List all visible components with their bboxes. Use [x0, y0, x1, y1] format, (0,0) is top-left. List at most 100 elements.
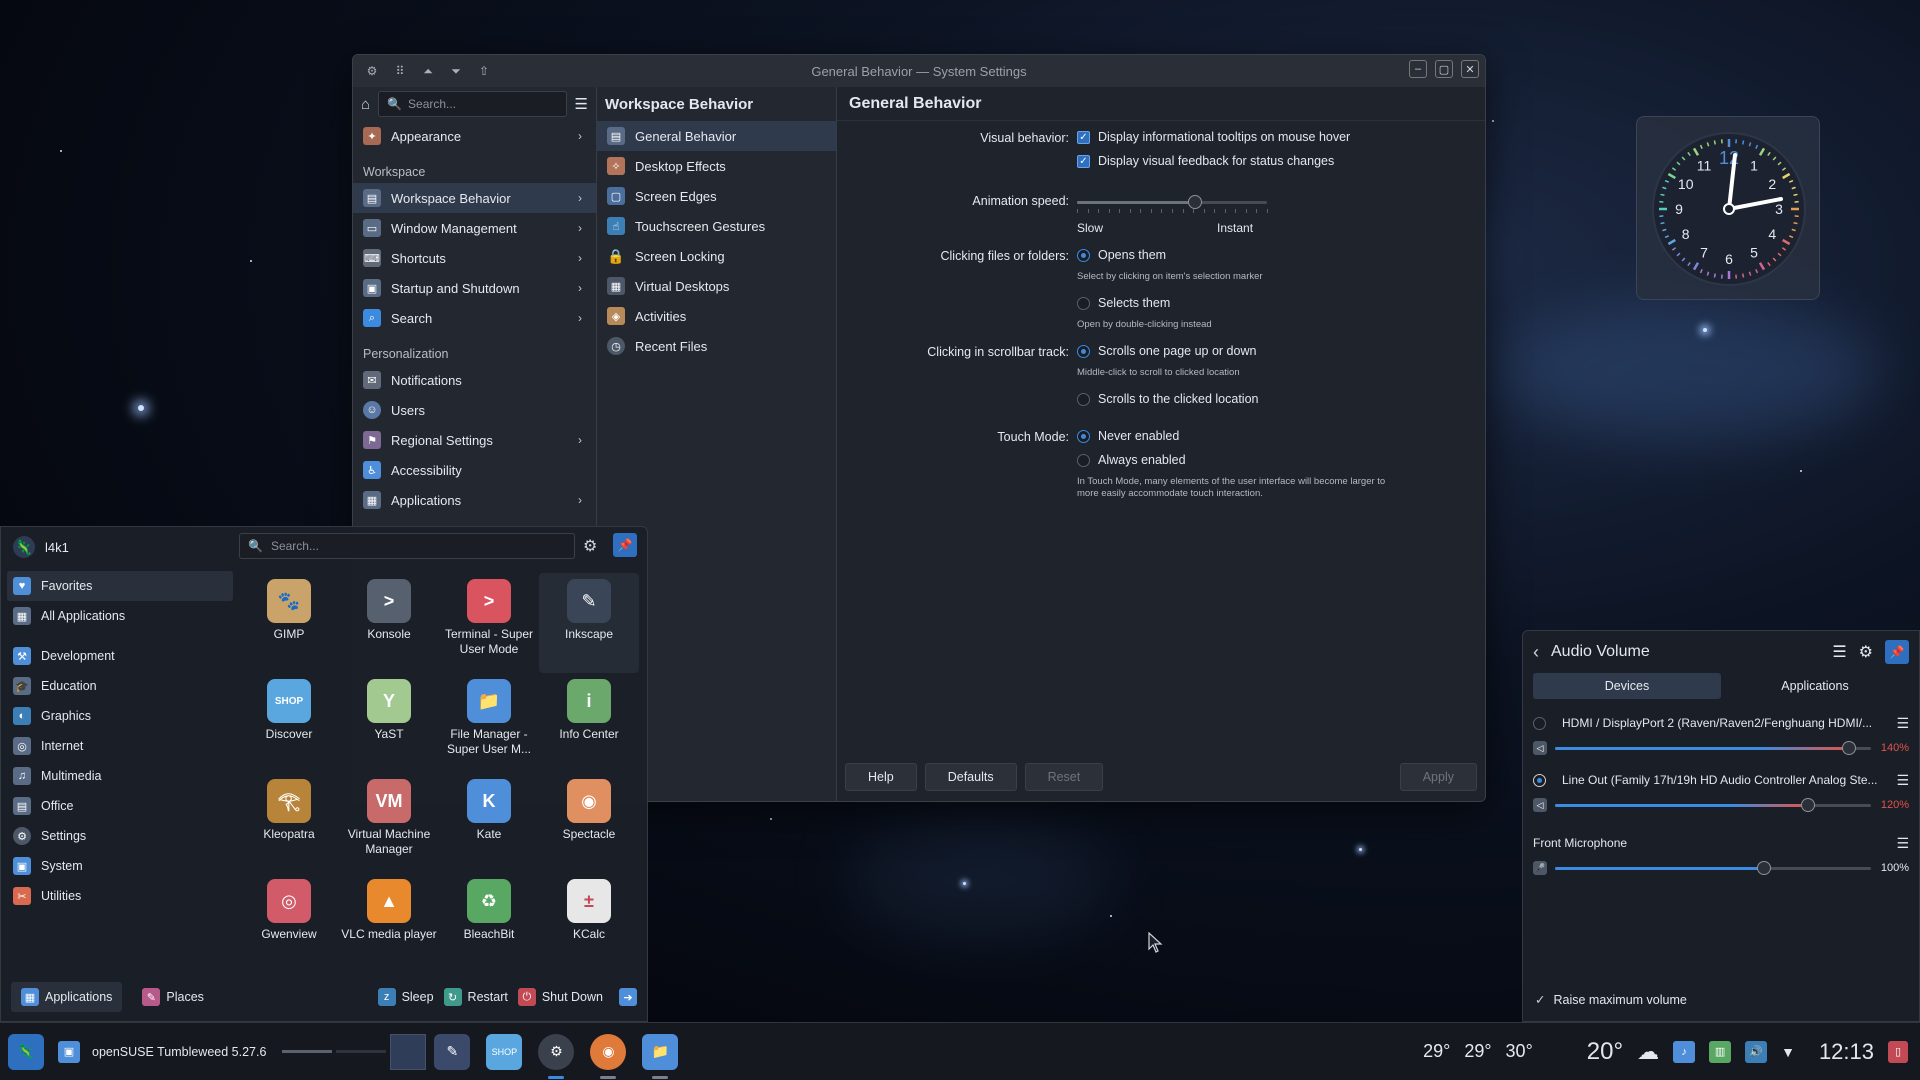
- home-icon[interactable]: ⌂: [361, 96, 370, 113]
- touch-never-radio[interactable]: Never enabled: [1077, 429, 1179, 443]
- app-tile[interactable]: ± KCalc: [539, 873, 639, 973]
- file-manager-task-icon[interactable]: 📁: [642, 1033, 679, 1079]
- subnav-virtual-desktops[interactable]: ▦ Virtual Desktops: [597, 271, 836, 301]
- show-desktop-icon[interactable]: ▯: [1888, 1040, 1908, 1063]
- volume-icon[interactable]: 🔊: [1745, 1040, 1768, 1063]
- raise-max-volume-checkbox[interactable]: ✓ Raise maximum volume: [1535, 992, 1687, 1008]
- category-settings[interactable]: ⚙ Settings: [7, 821, 233, 851]
- slider-handle[interactable]: [1187, 195, 1202, 209]
- leave-icon[interactable]: ➔: [619, 988, 637, 1006]
- app-tile[interactable]: K Kate: [439, 773, 539, 873]
- volume-handle[interactable]: [1841, 740, 1856, 755]
- volume-slider[interactable]: [1555, 797, 1871, 812]
- device-menu-icon[interactable]: ☰: [1896, 835, 1909, 852]
- shutdown-button[interactable]: ⏻ Shut Down: [517, 988, 603, 1006]
- configure-icon[interactable]: ⚙: [583, 536, 597, 556]
- app-tile[interactable]: ◎ Gwenview: [239, 873, 339, 973]
- app-tile[interactable]: > Konsole: [339, 573, 439, 673]
- tray-expand-icon[interactable]: ▼: [1781, 1044, 1795, 1060]
- settings-search-input[interactable]: 🔍 Search...: [378, 91, 567, 117]
- hamburger-menu-icon[interactable]: ☰: [1832, 642, 1846, 662]
- scroll-page-radio[interactable]: Scrolls one page up or down: [1077, 344, 1256, 358]
- configure-icon[interactable]: ⚙: [1859, 642, 1873, 662]
- subnav-touchscreen-gestures[interactable]: ☝ Touchscreen Gestures: [597, 211, 836, 241]
- speaker-icon[interactable]: ◁: [1533, 741, 1547, 755]
- launcher-button[interactable]: 🦎: [8, 1033, 44, 1070]
- category-all-applications[interactable]: ▦ All Applications: [7, 601, 233, 631]
- nav-search[interactable]: ⌕ Search ›: [353, 303, 596, 333]
- restart-button[interactable]: ↻ Restart: [443, 988, 508, 1006]
- discover-task-icon[interactable]: SHOP: [486, 1033, 523, 1070]
- clock-time[interactable]: 12:13: [1819, 1039, 1874, 1065]
- category-education[interactable]: 🎓 Education: [7, 671, 233, 701]
- tab-devices[interactable]: Devices: [1533, 673, 1721, 699]
- device-menu-icon[interactable]: ☰: [1896, 715, 1909, 732]
- app-tile[interactable]: 𓂀 Kleopatra: [239, 773, 339, 873]
- tooltips-checkbox[interactable]: ✓ Display informational tooltips on mous…: [1077, 130, 1350, 144]
- nav-shortcuts[interactable]: ⌨ Shortcuts ›: [353, 243, 596, 273]
- subnav-activities[interactable]: ◈ Activities: [597, 301, 836, 331]
- subnav-general-behavior[interactable]: ▤ General Behavior: [597, 121, 836, 151]
- nav-startup-shutdown[interactable]: ▣ Startup and Shutdown ›: [353, 273, 596, 303]
- close-button[interactable]: ✕: [1461, 60, 1479, 78]
- clipboard-icon[interactable]: ▥: [1709, 1040, 1732, 1063]
- nav-window-management[interactable]: ▭ Window Management ›: [353, 213, 596, 243]
- category-system[interactable]: ▣ System: [7, 851, 233, 881]
- default-device-radio[interactable]: [1533, 773, 1546, 787]
- volume-handle[interactable]: [1800, 797, 1815, 812]
- nav-appearance[interactable]: ✦ Appearance ›: [353, 121, 596, 151]
- app-tile[interactable]: SHOP Discover: [239, 673, 339, 773]
- help-button[interactable]: Help: [845, 763, 917, 791]
- app-tile[interactable]: ♻ BleachBit: [439, 873, 539, 973]
- category-multimedia[interactable]: ♫ Multimedia: [7, 761, 233, 791]
- category-office[interactable]: ▤ Office: [7, 791, 233, 821]
- weather-temperature[interactable]: 20°: [1587, 1038, 1623, 1066]
- nav-accessibility[interactable]: ♿ Accessibility: [353, 455, 596, 485]
- weather-rain-icon[interactable]: ☁: [1637, 1039, 1659, 1065]
- avatar[interactable]: 🦎: [13, 536, 35, 558]
- category-utilities[interactable]: ✂ Utilities: [7, 881, 233, 911]
- hamburger-menu-icon[interactable]: ☰: [575, 95, 588, 113]
- pager-widget[interactable]: [282, 1033, 427, 1070]
- system-settings-task-icon[interactable]: ⚙: [538, 1033, 575, 1079]
- selects-them-radio[interactable]: Selects them: [1077, 296, 1170, 310]
- category-graphics[interactable]: ◐ Graphics: [7, 701, 233, 731]
- speaker-icon[interactable]: ◁: [1533, 798, 1547, 812]
- nav-users[interactable]: ☺ Users: [353, 395, 596, 425]
- analog-clock-widget[interactable]: 12 1 2 3 4 5 6 7 8 9 10 11: [1636, 116, 1820, 300]
- subnav-screen-locking[interactable]: 🔒 Screen Locking: [597, 241, 836, 271]
- media-player-icon[interactable]: ♪: [1673, 1040, 1696, 1063]
- sleep-button[interactable]: z Sleep: [377, 988, 434, 1006]
- volume-slider[interactable]: [1555, 860, 1871, 875]
- keep-below-icon[interactable]: ⏷: [445, 60, 467, 82]
- subnav-desktop-effects[interactable]: ✧ Desktop Effects: [597, 151, 836, 181]
- app-tile[interactable]: > Terminal - Super User Mode: [439, 573, 539, 673]
- animation-speed-slider[interactable]: [1077, 195, 1268, 213]
- places-tab[interactable]: ✎ Places: [132, 982, 214, 1012]
- touch-always-radio[interactable]: Always enabled: [1077, 453, 1186, 467]
- volume-slider[interactable]: [1555, 740, 1871, 755]
- nav-regional-settings[interactable]: ⚑ Regional Settings ›: [353, 425, 596, 455]
- pin-icon[interactable]: 📌: [613, 533, 637, 557]
- app-tile[interactable]: VM Virtual Machine Manager: [339, 773, 439, 873]
- reset-button[interactable]: Reset: [1024, 763, 1104, 791]
- subnav-recent-files[interactable]: ◷ Recent Files: [597, 331, 836, 361]
- app-tile[interactable]: 📁 File Manager - Super User M...: [439, 673, 539, 773]
- app-tile[interactable]: ◉ Spectacle: [539, 773, 639, 873]
- nav-applications[interactable]: ▦ Applications ›: [353, 485, 596, 515]
- window-titlebar[interactable]: ⚙ ⠿ ⏶ ⏷ ⇧ General Behavior — System Sett…: [353, 55, 1485, 87]
- opens-them-radio[interactable]: Opens them: [1077, 248, 1166, 262]
- task-opensuse[interactable]: ▣ openSUSE Tumbleweed 5.27.6: [58, 1040, 266, 1063]
- maximize-button[interactable]: ▢: [1435, 60, 1453, 78]
- applications-tab[interactable]: ▦ Applications: [11, 982, 123, 1012]
- category-favorites[interactable]: ♥ Favorites: [7, 571, 233, 601]
- back-arrow-icon[interactable]: ‹: [1533, 642, 1539, 663]
- inkscape-task-icon[interactable]: ✎: [434, 1033, 471, 1070]
- app-tile[interactable]: i Info Center: [539, 673, 639, 773]
- category-development[interactable]: ⚒ Development: [7, 641, 233, 671]
- subnav-screen-edges[interactable]: ▢ Screen Edges: [597, 181, 836, 211]
- microphone-icon[interactable]: 🎤: [1533, 861, 1547, 875]
- default-device-radio[interactable]: [1533, 716, 1546, 730]
- pin-icon[interactable]: 📌: [1885, 640, 1909, 664]
- category-internet[interactable]: ◎ Internet: [7, 731, 233, 761]
